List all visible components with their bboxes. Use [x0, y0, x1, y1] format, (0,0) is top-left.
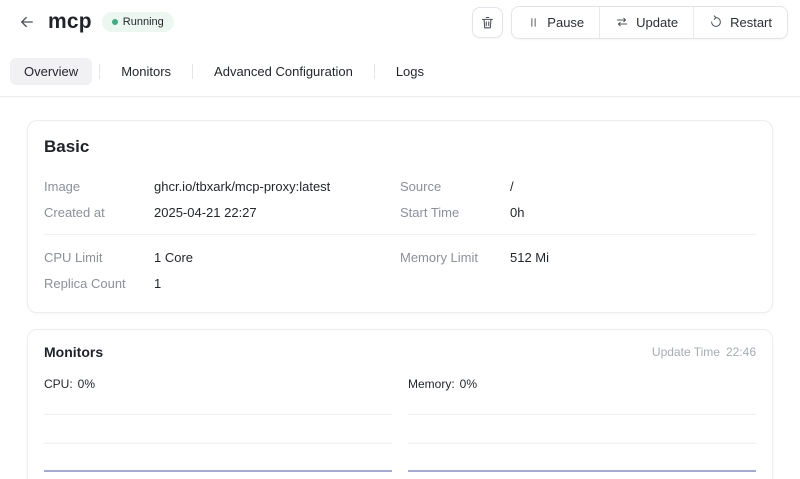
page-divider	[0, 96, 800, 97]
page-title: mcp	[48, 10, 92, 34]
cpu-label: CPU:	[44, 377, 73, 391]
tab-logs[interactable]: Logs	[382, 58, 438, 85]
pause-button[interactable]: Pause	[512, 7, 599, 38]
action-button-group: Pause Update Restart	[511, 6, 788, 39]
field-empty	[400, 270, 756, 296]
field-value: ghcr.io/tbxark/mcp-proxy:latest	[154, 179, 330, 194]
field-value: 0h	[510, 205, 524, 220]
field-value: 1	[154, 276, 161, 291]
memory-value: 0%	[460, 377, 477, 391]
cpu-chart-block: CPU: 0%	[44, 377, 392, 472]
update-time: Update Time 22:46	[652, 345, 756, 359]
status-badge: Running	[102, 12, 174, 32]
tab-separator	[192, 64, 193, 79]
memory-usage-label: Memory: 0%	[408, 377, 756, 391]
field-label: Memory Limit	[400, 250, 510, 265]
field-start-time: Start Time 0h	[400, 199, 756, 225]
field-label: CPU Limit	[44, 250, 154, 265]
basic-fields-top: Image ghcr.io/tbxark/mcp-proxy:latest So…	[44, 173, 756, 225]
restart-label: Restart	[730, 15, 772, 30]
field-value: 2025-04-21 22:27	[154, 205, 257, 220]
cpu-value: 0%	[78, 377, 95, 391]
update-time-value: 22:46	[726, 345, 756, 359]
field-value: 1 Core	[154, 250, 193, 265]
delete-button[interactable]	[472, 7, 503, 38]
basic-card-title: Basic	[44, 137, 756, 157]
field-label: Source	[400, 179, 510, 194]
monitors-card: Monitors Update Time 22:46 CPU: 0% Memor…	[27, 329, 773, 479]
restart-button[interactable]: Restart	[693, 7, 787, 38]
restart-icon	[709, 15, 723, 29]
tab-overview[interactable]: Overview	[10, 58, 92, 85]
tab-monitors[interactable]: Monitors	[107, 58, 185, 85]
memory-usage-chart	[408, 400, 756, 472]
memory-label: Memory:	[408, 377, 455, 391]
field-value: /	[510, 179, 514, 194]
field-memory-limit: Memory Limit 512 Mi	[400, 244, 756, 270]
monitors-header: Monitors Update Time 22:46	[44, 344, 756, 360]
card-divider	[44, 234, 756, 235]
cpu-usage-chart	[44, 400, 392, 472]
app-header: mcp Running Pause Update Restart	[0, 0, 800, 44]
field-cpu-limit: CPU Limit 1 Core	[44, 244, 400, 270]
field-image: Image ghcr.io/tbxark/mcp-proxy:latest	[44, 173, 400, 199]
arrow-left-icon	[18, 13, 36, 31]
field-label: Replica Count	[44, 276, 154, 291]
main-content: Basic Image ghcr.io/tbxark/mcp-proxy:lat…	[0, 120, 800, 479]
status-label: Running	[123, 16, 164, 28]
field-label: Created at	[44, 205, 154, 220]
update-icon	[615, 15, 629, 29]
field-label: Start Time	[400, 205, 510, 220]
basic-card: Basic Image ghcr.io/tbxark/mcp-proxy:lat…	[27, 120, 773, 313]
update-button[interactable]: Update	[599, 7, 693, 38]
field-replica-count: Replica Count 1	[44, 270, 400, 296]
tab-advanced-configuration[interactable]: Advanced Configuration	[200, 58, 367, 85]
field-label: Image	[44, 179, 154, 194]
basic-fields-bottom: CPU Limit 1 Core Memory Limit 512 Mi Rep…	[44, 244, 756, 296]
tab-bar: Overview Monitors Advanced Configuration…	[0, 58, 800, 85]
memory-chart-block: Memory: 0%	[408, 377, 756, 472]
update-label: Update	[636, 15, 678, 30]
pause-icon	[527, 16, 540, 29]
tab-separator	[99, 64, 100, 79]
tab-separator	[374, 64, 375, 79]
pause-label: Pause	[547, 15, 584, 30]
field-created-at: Created at 2025-04-21 22:27	[44, 199, 400, 225]
monitors-title: Monitors	[44, 344, 103, 360]
field-source: Source /	[400, 173, 756, 199]
update-time-label: Update Time	[652, 345, 720, 359]
trash-icon	[480, 15, 495, 30]
field-value: 512 Mi	[510, 250, 549, 265]
back-button[interactable]	[14, 9, 40, 35]
status-dot-icon	[112, 19, 118, 25]
charts-row: CPU: 0% Memory: 0%	[44, 377, 756, 472]
cpu-usage-label: CPU: 0%	[44, 377, 392, 391]
